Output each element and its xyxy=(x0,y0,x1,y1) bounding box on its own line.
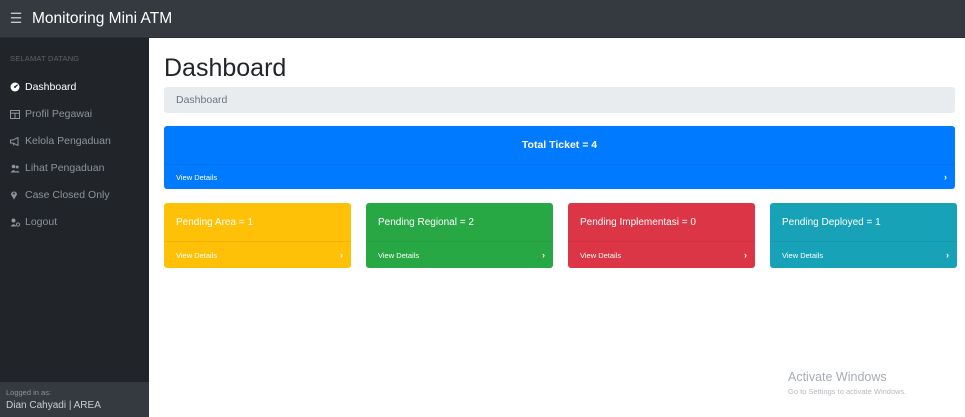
logged-in-label: Logged in as: xyxy=(6,388,52,397)
sidebar-item-dashboard[interactable]: Dashboard xyxy=(10,81,76,93)
sidebar-heading: SELAMAT DATANG xyxy=(10,54,80,63)
chevron-right-icon: › xyxy=(744,250,747,260)
sidebar-item-label: Dashboard xyxy=(25,81,77,93)
view-details-label: View Details xyxy=(176,172,218,182)
chevron-right-icon: › xyxy=(340,250,343,260)
dashboard-icon xyxy=(10,82,22,92)
total-ticket-card: Total Ticket = 4 View Details › xyxy=(164,126,955,189)
view-details-link[interactable]: View Details › xyxy=(164,241,351,268)
sidebar-item-label: Logout xyxy=(25,216,58,228)
sidebar-item-lihat-pengaduan[interactable]: Lihat Pengaduan xyxy=(10,162,104,174)
card-text: Pending Deployed = 1 xyxy=(782,216,881,228)
view-details-link[interactable]: View Details › xyxy=(770,241,957,268)
card-text: Total Ticket = 4 xyxy=(521,139,598,151)
view-details-link[interactable]: View Details › xyxy=(366,241,553,268)
view-details-link[interactable]: View Details › xyxy=(568,241,755,268)
view-details-label: View Details xyxy=(782,250,824,260)
top-navbar: ☰ Monitoring Mini ATM xyxy=(0,0,965,38)
view-details-label: View Details xyxy=(176,250,218,260)
card-text: Pending Area = 1 xyxy=(176,216,254,228)
card-text: Pending Regional = 2 xyxy=(378,216,474,228)
menu-toggle-icon[interactable]: ☰ xyxy=(0,0,32,38)
app-title[interactable]: Monitoring Mini ATM xyxy=(32,10,172,28)
sidebar-item-label: Kelola Pengaduan xyxy=(25,135,111,147)
card-text: Pending Implementasi = 0 xyxy=(580,216,696,228)
view-details-label: View Details xyxy=(580,250,622,260)
chevron-right-icon: › xyxy=(944,172,947,182)
main-content: Dashboard Dashboard Total Ticket = 4 Vie… xyxy=(149,38,965,417)
sidebar-item-case-closed-only[interactable]: Case Closed Only xyxy=(10,189,110,201)
bullhorn-icon xyxy=(10,136,22,146)
table-icon xyxy=(10,109,22,119)
sidebar-item-kelola-pengaduan[interactable]: Kelola Pengaduan xyxy=(10,135,111,147)
sidebar-footer: Logged in as: Dian Cahyadi | AREA xyxy=(0,382,149,417)
chevron-right-icon: › xyxy=(946,250,949,260)
logged-in-user: Dian Cahyadi | AREA xyxy=(6,400,101,411)
pending-regional-card: Pending Regional = 2 View Details › xyxy=(366,203,553,268)
sidebar-item-profil-pegawai[interactable]: Profil Pegawai xyxy=(10,108,92,120)
watermark-subtitle: Go to Settings to activate Windows. xyxy=(788,387,907,396)
sidebar-item-label: Profil Pegawai xyxy=(25,108,93,120)
sidebar-item-logout[interactable]: Logout xyxy=(10,216,57,228)
watermark-title: Activate Windows xyxy=(788,370,887,384)
pending-deployed-card: Pending Deployed = 1 View Details › xyxy=(770,203,957,268)
sidebar-item-label: Case Closed Only xyxy=(25,189,110,201)
sidebar-item-label: Lihat Pengaduan xyxy=(25,162,105,174)
page-title: Dashboard xyxy=(164,54,287,82)
view-details-link[interactable]: View Details › xyxy=(164,164,955,189)
breadcrumb-item: Dashboard xyxy=(176,94,228,106)
sidebar: SELAMAT DATANG Dashboard Profil Pegawai … xyxy=(0,38,149,417)
activate-windows-watermark: Activate Windows Go to Settings to activ… xyxy=(788,370,906,396)
chevron-right-icon: › xyxy=(542,250,545,260)
breadcrumb: Dashboard xyxy=(164,87,955,113)
users-icon xyxy=(10,164,22,173)
user-cog-icon xyxy=(10,218,22,227)
pending-area-card: Pending Area = 1 View Details › xyxy=(164,203,351,268)
pending-implementasi-card: Pending Implementasi = 0 View Details › xyxy=(568,203,755,268)
view-details-label: View Details xyxy=(378,250,420,260)
map-marker-icon xyxy=(10,190,22,200)
